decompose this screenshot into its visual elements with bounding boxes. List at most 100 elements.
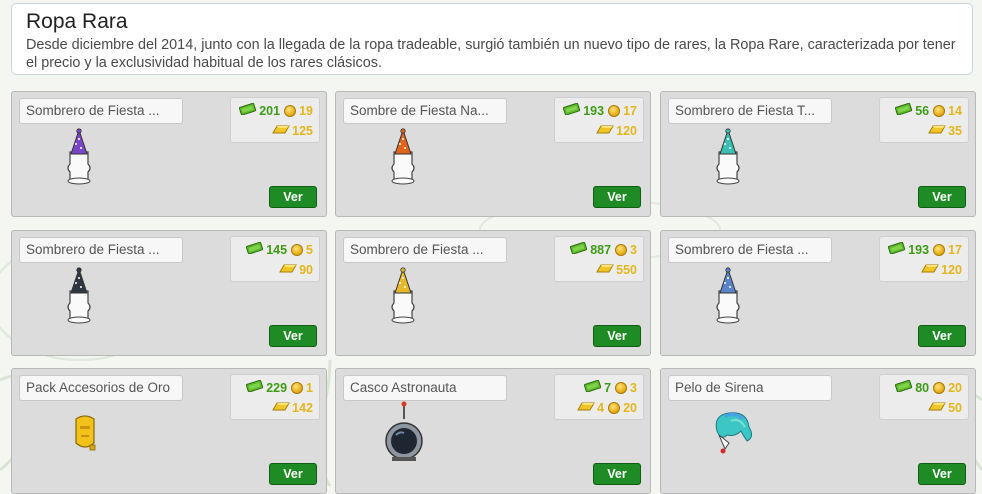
gold-value: 125 (292, 123, 313, 138)
gold-bar-icon (577, 400, 596, 415)
black-party-hat-icon (62, 267, 96, 330)
gold-value: 90 (299, 262, 313, 277)
ver-button[interactable]: Ver (918, 325, 966, 347)
purple-party-hat-icon (62, 128, 96, 191)
gold-value: 120 (616, 123, 637, 138)
price-row-credits: 73 (584, 380, 637, 395)
ver-button[interactable]: Ver (593, 463, 641, 485)
coins-value: 3 (630, 380, 637, 395)
price-box: 145 5 90 (230, 236, 320, 282)
coin-icon (933, 104, 946, 117)
ver-button[interactable]: Ver (269, 186, 317, 208)
item-card: Sombrero de Fiesta ... 201 19 125 Ver (11, 91, 327, 217)
gold-party-hat-icon (386, 267, 420, 330)
item-name: Pelo de Sirena (668, 375, 832, 401)
coins-value: 14 (948, 103, 962, 118)
item-card: Sombre de Fiesta Na... 193 17 120 Ver (335, 91, 651, 217)
credits-cash-icon (246, 242, 264, 257)
item-card: Pack Accesorios de Oro 229 1 142 Ver (11, 368, 327, 494)
price-row-credits: 201 19 (239, 103, 313, 118)
price-row-gold: 120 (921, 262, 962, 277)
gold-bar-icon (272, 400, 291, 415)
gold-bar-icon (921, 262, 940, 277)
price-row-gold: 35 (928, 123, 962, 138)
price-row-gold: 120 (596, 123, 637, 138)
credits-cash-icon (584, 380, 602, 395)
price-row-credits: 887 3 (570, 242, 637, 257)
item-name: Sombre de Fiesta Na... (343, 98, 507, 124)
gold-bar-icon (596, 123, 615, 138)
coins-value: 5 (306, 242, 313, 257)
coins-value: 19 (299, 103, 313, 118)
credits-cash-icon (570, 242, 588, 257)
ver-button[interactable]: Ver (918, 463, 966, 485)
item-card: Sombrero de Fiesta ... 193 17 120 Ver (660, 230, 976, 356)
coin-icon (615, 243, 628, 256)
price-box: 229 1 142 (230, 374, 320, 420)
price-row-credits: 145 5 (246, 242, 313, 257)
credits-value: 229 (266, 380, 288, 395)
gold-bar-icon (279, 262, 297, 277)
price-box: 7 3 4 20 (554, 374, 644, 420)
item-card: Sombrero de Fiesta T... 56 14 35 Ver (660, 91, 976, 217)
blue-party-hat-icon (711, 267, 745, 330)
price-row-credits: 80 20 (895, 380, 962, 395)
page-title: Ropa Rara (26, 10, 128, 33)
price-row-gold: 142 (272, 400, 313, 415)
price-row-credits: 229 1 (246, 380, 313, 395)
price-row-credits: 193 17 (888, 242, 962, 257)
coin-icon (284, 104, 297, 117)
credits-cash-icon (246, 380, 264, 395)
orange-party-hat-icon (386, 128, 420, 191)
item-card: Casco Astronauta 7 3 4 20 Ver (335, 368, 651, 494)
price-row-credits: 193 17 (563, 103, 637, 118)
ver-button[interactable]: Ver (593, 186, 641, 208)
price-row-gold: 90 (279, 262, 313, 277)
page-header: Ropa Rara Desde diciembre del 2014, junt… (11, 3, 973, 75)
gold-bar-icon (596, 262, 615, 277)
price-row-gold: 125 (272, 123, 313, 138)
price-box: 193 17 120 (554, 97, 644, 143)
gold-bar-icon (928, 400, 946, 415)
price-row-gold: 550 (596, 262, 637, 277)
gold-bar-icon (272, 123, 291, 138)
gold-value: 550 (616, 262, 637, 277)
page-description: Desde diciembre del 2014, junto con la l… (26, 37, 956, 71)
credits-value: 80 (915, 380, 930, 395)
coin-icon (291, 243, 304, 256)
ver-button[interactable]: Ver (269, 463, 317, 485)
gold-value: 50 (948, 400, 962, 415)
coin-icon (608, 401, 621, 414)
ver-button[interactable]: Ver (593, 325, 641, 347)
item-card: Pelo de Sirena 80 20 50 Ver (660, 368, 976, 494)
coin-icon (608, 104, 621, 117)
mermaid-hair-icon (707, 407, 757, 462)
item-name: Pack Accesorios de Oro (19, 375, 183, 401)
credits-value: 201 (259, 103, 281, 118)
coins-value: 20 (948, 380, 962, 395)
credits-cash-icon (239, 103, 257, 118)
gold-value: 142 (292, 400, 313, 415)
credits-cash-icon (895, 103, 913, 118)
gold-value: 120 (941, 262, 962, 277)
gold-value: 4 (597, 400, 605, 415)
price-box: 887 3 550 (554, 236, 644, 282)
credits-cash-icon (563, 103, 581, 118)
credits-value: 145 (266, 242, 288, 257)
item-card: Sombrero de Fiesta ... 145 5 90 Ver (11, 230, 327, 356)
gold-mask-icon (70, 413, 100, 458)
astronaut-helmet-icon (384, 401, 424, 468)
ver-button[interactable]: Ver (269, 325, 317, 347)
coin-icon (933, 381, 946, 394)
coin-icon (615, 381, 628, 394)
credits-cash-icon (888, 242, 906, 257)
coins-value: 17 (948, 242, 962, 257)
gold-value: 35 (948, 123, 962, 138)
ver-button[interactable]: Ver (918, 186, 966, 208)
credits-cash-icon (895, 380, 913, 395)
item-name: Sombrero de Fiesta ... (343, 237, 507, 263)
price-row-credits: 56 14 (895, 103, 962, 118)
coin-icon (933, 243, 946, 256)
price-box: 56 14 35 (879, 97, 969, 143)
coins-value: 3 (630, 242, 637, 257)
